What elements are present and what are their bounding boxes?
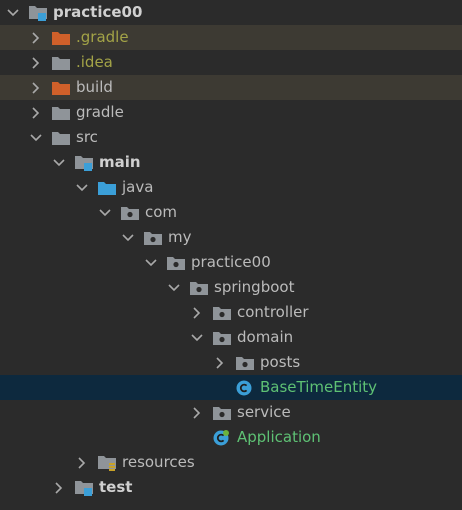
- tree-row-label: domain: [237, 328, 294, 346]
- package-icon: [213, 330, 231, 346]
- chevron-down-icon[interactable]: [5, 0, 21, 25]
- chevron-right-icon[interactable]: [189, 300, 205, 325]
- tree-row-label: build: [76, 78, 113, 96]
- chevron-down-icon[interactable]: [166, 275, 182, 300]
- module-folder-icon: [29, 5, 47, 21]
- arrow-spacer: [212, 375, 228, 400]
- excluded-folder-icon: [52, 80, 70, 96]
- tree-row-practice00[interactable]: practice00: [0, 250, 462, 275]
- chevron-right-icon[interactable]: [212, 350, 228, 375]
- chevron-down-icon[interactable]: [97, 200, 113, 225]
- tree-row-label: java: [122, 178, 154, 196]
- tree-row-label: BaseTimeEntity: [260, 378, 378, 396]
- tree-row-gradle[interactable]: gradle: [0, 100, 462, 125]
- tree-row-label: com: [145, 203, 178, 221]
- tree-row-basetimeentity[interactable]: BaseTimeEntity: [0, 375, 462, 400]
- chevron-down-icon[interactable]: [74, 175, 90, 200]
- tree-row-label: resources: [122, 453, 195, 471]
- excluded-folder-icon: [52, 30, 70, 46]
- tree-row-build[interactable]: build: [0, 75, 462, 100]
- spring-class-icon: [213, 429, 231, 446]
- tree-row-label: service: [237, 403, 291, 421]
- tree-row-label: test: [99, 478, 133, 496]
- tree-row-label: .idea: [76, 53, 113, 71]
- class-icon: [236, 380, 254, 396]
- chevron-down-icon[interactable]: [28, 125, 44, 150]
- folder-icon: [52, 55, 70, 71]
- tree-row-domain[interactable]: domain: [0, 325, 462, 350]
- package-icon: [167, 255, 185, 271]
- module-folder-icon: [75, 480, 93, 496]
- tree-row-label: main: [99, 153, 141, 171]
- project-tree: practice00 .gradle .idea build gradle src main…: [0, 0, 462, 510]
- tree-row-label: posts: [260, 353, 301, 371]
- chevron-right-icon[interactable]: [28, 100, 44, 125]
- tree-row-label: Application: [237, 428, 321, 446]
- folder-icon: [52, 130, 70, 146]
- tree-row-springboot[interactable]: springboot: [0, 275, 462, 300]
- tree-row-label: practice00: [53, 3, 143, 21]
- module-folder-icon: [75, 155, 93, 171]
- tree-row-application[interactable]: Application: [0, 425, 462, 450]
- resources-folder-icon: [98, 455, 116, 471]
- tree-row-label: controller: [237, 303, 309, 321]
- package-icon: [213, 405, 231, 421]
- tree-row-my[interactable]: my: [0, 225, 462, 250]
- tree-row-posts[interactable]: posts: [0, 350, 462, 375]
- tree-row-main[interactable]: main: [0, 150, 462, 175]
- chevron-down-icon[interactable]: [189, 325, 205, 350]
- tree-row-idea[interactable]: .idea: [0, 50, 462, 75]
- tree-row-label: gradle: [76, 103, 124, 121]
- chevron-down-icon[interactable]: [120, 225, 136, 250]
- tree-row-practice00[interactable]: practice00: [0, 0, 462, 25]
- chevron-down-icon[interactable]: [51, 150, 67, 175]
- source-folder-icon: [98, 180, 116, 196]
- tree-row-service[interactable]: service: [0, 400, 462, 425]
- chevron-down-icon[interactable]: [143, 250, 159, 275]
- package-icon: [121, 205, 139, 221]
- folder-icon: [52, 105, 70, 121]
- tree-row-controller[interactable]: controller: [0, 300, 462, 325]
- tree-row-label: practice00: [191, 253, 271, 271]
- chevron-right-icon[interactable]: [51, 475, 67, 500]
- tree-row-com[interactable]: com: [0, 200, 462, 225]
- package-icon: [213, 305, 231, 321]
- tree-row-test[interactable]: test: [0, 475, 462, 500]
- tree-row-src[interactable]: src: [0, 125, 462, 150]
- arrow-spacer: [189, 425, 205, 450]
- chevron-right-icon[interactable]: [189, 400, 205, 425]
- chevron-right-icon[interactable]: [28, 50, 44, 75]
- chevron-right-icon[interactable]: [28, 25, 44, 50]
- package-icon: [236, 355, 254, 371]
- chevron-right-icon[interactable]: [28, 75, 44, 100]
- tree-row-label: my: [168, 228, 192, 246]
- tree-row-resources[interactable]: resources: [0, 450, 462, 475]
- chevron-right-icon[interactable]: [74, 450, 90, 475]
- tree-row-label: .gradle: [76, 28, 129, 46]
- package-icon: [190, 280, 208, 296]
- tree-row-label: springboot: [214, 278, 295, 296]
- tree-row-label: src: [76, 128, 98, 146]
- tree-row-gradle[interactable]: .gradle: [0, 25, 462, 50]
- tree-row-java[interactable]: java: [0, 175, 462, 200]
- package-icon: [144, 230, 162, 246]
